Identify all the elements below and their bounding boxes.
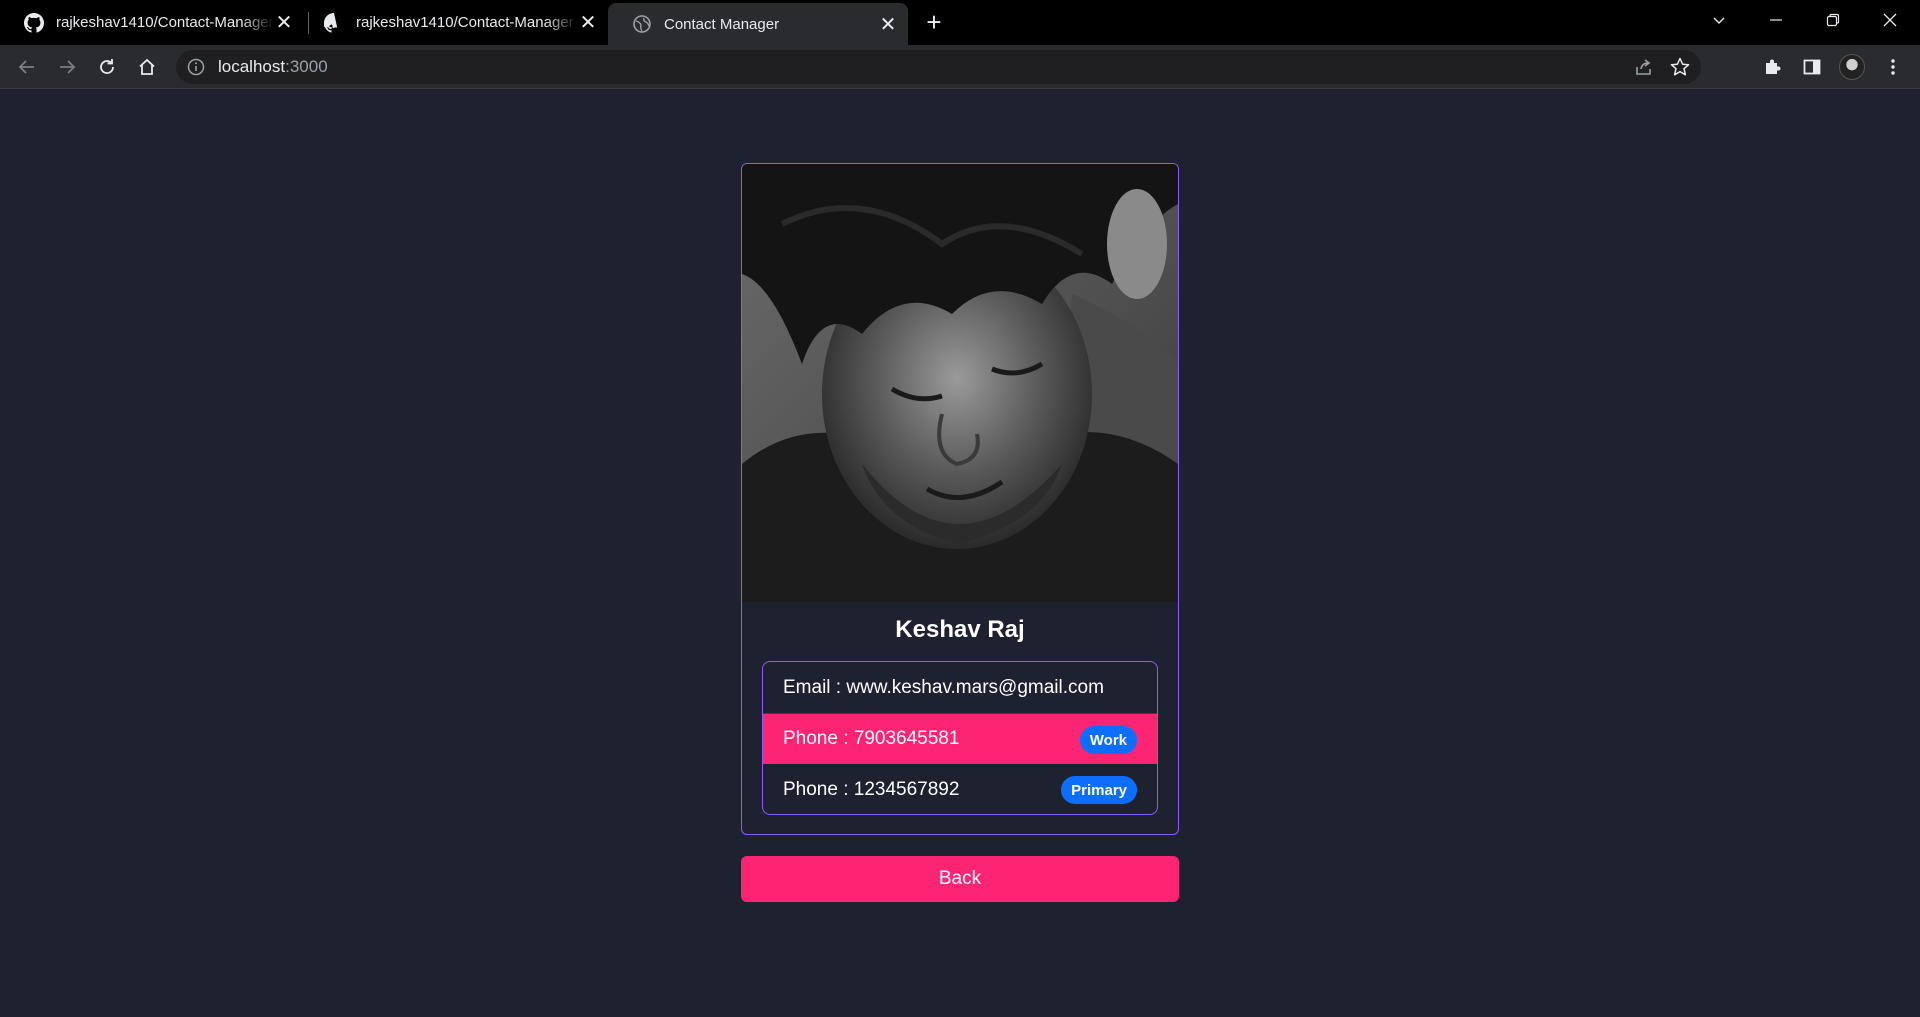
profile-avatar[interactable] <box>1839 54 1865 80</box>
url-host: localhost <box>218 57 286 76</box>
tab-title: rajkeshav1410/Contact-Manager <box>356 14 574 31</box>
new-tab-plus-icon[interactable]: + <box>920 7 948 37</box>
site-info-icon[interactable] <box>186 57 206 77</box>
extensions-puzzle-icon[interactable] <box>1758 53 1786 81</box>
tab-contact-manager[interactable]: Contact Manager ✕ <box>608 3 908 45</box>
close-window-icon[interactable] <box>1862 0 1918 40</box>
contact-details-list: Email : www.keshav.mars@gmail.com Phone … <box>762 661 1158 815</box>
email-list-item: Email : www.keshav.mars@gmail.com <box>763 662 1157 713</box>
tab-github-1[interactable]: rajkeshav1410/Contact-Manager ✕ <box>0 0 304 45</box>
url-port: :3000 <box>285 57 328 76</box>
address-bar[interactable]: localhost:3000 <box>176 50 1701 84</box>
side-panel-icon[interactable] <box>1798 53 1826 81</box>
contact-photo <box>742 164 1178 602</box>
restore-window-icon[interactable] <box>1805 0 1861 40</box>
forward-arrow-icon[interactable] <box>53 53 81 81</box>
tab-title: Contact Manager <box>664 15 780 33</box>
phone-list-item-primary: Phone : 1234567892 Primary <box>763 764 1157 814</box>
email-text: Email : www.keshav.mars@gmail.com <box>783 676 1104 698</box>
back-arrow-icon[interactable] <box>13 53 41 81</box>
back-button[interactable]: Back <box>741 856 1179 902</box>
globe-icon <box>633 15 651 33</box>
phone-type-badge: Work <box>1079 726 1137 754</box>
close-tab-icon[interactable]: ✕ <box>578 12 598 34</box>
tab-title: rajkeshav1410/Contact-Manager <box>56 14 274 31</box>
tab-search-chevron-down-icon[interactable] <box>1691 0 1747 40</box>
tab-github-2[interactable]: rajkeshav1410/Contact-Manager ✕ <box>300 0 608 45</box>
contact-card: Keshav Raj Email : www.keshav.mars@gmail… <box>741 163 1179 835</box>
tab-strip: rajkeshav1410/Contact-Manager ✕ rajkesha… <box>0 0 1920 45</box>
phone-type-badge: Primary <box>1061 776 1137 804</box>
reload-icon[interactable] <box>93 53 121 81</box>
contact-name: Keshav Raj <box>895 616 1025 643</box>
github-icon <box>24 12 44 33</box>
kebab-menu-icon[interactable] <box>1879 53 1907 81</box>
url-text: localhost:3000 <box>218 50 328 84</box>
close-tab-icon[interactable]: ✕ <box>274 12 294 34</box>
github-icon <box>324 12 338 33</box>
phone-list-item-work: Phone : 7903645581 Work <box>763 713 1157 764</box>
close-tab-icon[interactable]: ✕ <box>878 14 898 36</box>
browser-toolbar: localhost:3000 <box>0 45 1920 89</box>
bookmark-star-icon[interactable] <box>1669 56 1691 78</box>
phone-text: Phone : 7903645581 <box>783 728 960 749</box>
phone-text: Phone : 1234567892 <box>783 778 960 800</box>
home-icon[interactable] <box>133 53 161 81</box>
minimize-icon[interactable] <box>1748 0 1804 40</box>
share-icon[interactable] <box>1633 56 1655 78</box>
